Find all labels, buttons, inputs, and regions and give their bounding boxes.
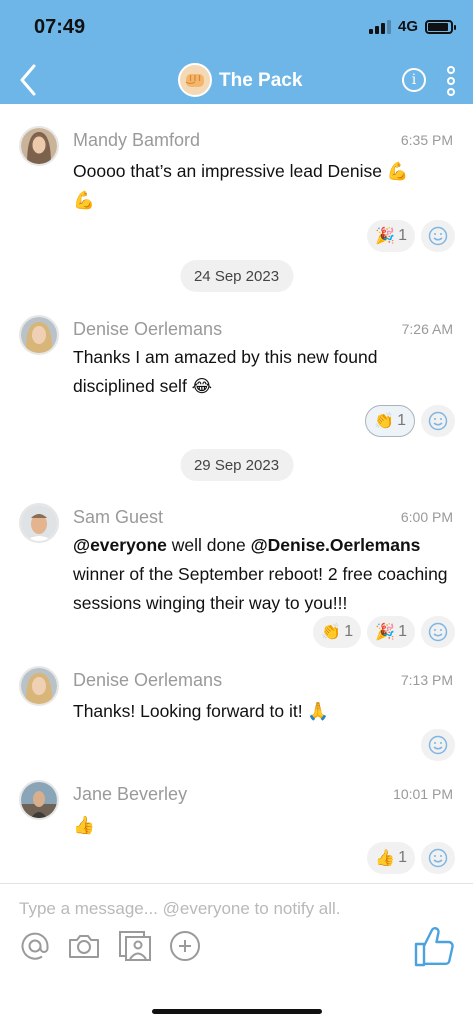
status-time: 07:49 bbox=[34, 16, 86, 38]
message-text: Thanks! Looking forward to it! 🙏 bbox=[73, 697, 458, 726]
emoji: 😂 bbox=[191, 376, 213, 396]
message-body: winner of the September reboot! 2 free c… bbox=[73, 564, 448, 613]
network-type: 4G bbox=[397, 18, 418, 35]
sender-name: Denise Oerlemans bbox=[73, 670, 223, 690]
add-reaction-button[interactable] bbox=[421, 405, 455, 437]
emoji: 🙏 bbox=[307, 701, 330, 721]
sender-name: Jane Beverley bbox=[73, 784, 188, 804]
plus-circle-icon bbox=[170, 931, 200, 961]
reaction-emoji: 🎉 bbox=[375, 228, 396, 245]
smiley-icon bbox=[428, 735, 448, 755]
add-reaction-button[interactable] bbox=[421, 729, 455, 761]
thumbs-up-icon bbox=[414, 927, 454, 967]
reaction-count: 1 bbox=[398, 227, 407, 244]
avatar[interactable] bbox=[19, 666, 59, 706]
battery-icon bbox=[425, 19, 456, 34]
reaction-pill[interactable]: 🎉 1 bbox=[367, 616, 415, 648]
gallery-button[interactable] bbox=[117, 928, 153, 964]
add-reaction-button[interactable] bbox=[421, 616, 455, 648]
mention[interactable]: @everyone bbox=[73, 535, 167, 555]
battery-level bbox=[428, 22, 448, 31]
fist-icon bbox=[185, 74, 204, 87]
emoji: 💪 bbox=[386, 161, 409, 181]
send-thumbs-up-button[interactable] bbox=[413, 924, 455, 968]
group-avatar[interactable] bbox=[178, 63, 212, 97]
reaction-emoji: 🎉 bbox=[375, 624, 396, 641]
reaction-count: 1 bbox=[398, 849, 407, 866]
avatar[interactable] bbox=[19, 780, 59, 820]
composer-divider bbox=[0, 883, 473, 884]
reaction-count: 1 bbox=[344, 623, 354, 640]
message-text: Thanks I am amazed by this new found dis… bbox=[73, 343, 458, 401]
reaction-pill-selected[interactable]: 👏 1 bbox=[365, 405, 415, 437]
message-time: 7:26 AM bbox=[401, 321, 453, 337]
home-indicator[interactable] bbox=[152, 1009, 322, 1014]
avatar[interactable] bbox=[19, 315, 59, 355]
chat-header: 07:49 4G The Pack i bbox=[0, 0, 473, 104]
camera-icon bbox=[69, 935, 99, 958]
more-options-button[interactable] bbox=[446, 66, 456, 96]
message-line: Thanks I am amazed by this new found bbox=[73, 347, 378, 367]
reaction-emoji: 👏 bbox=[321, 624, 342, 641]
chat-title[interactable]: The Pack bbox=[219, 70, 302, 92]
reaction-pill[interactable]: 👏 1 bbox=[313, 616, 362, 648]
message-time: 10:01 PM bbox=[393, 786, 453, 802]
mention-button[interactable] bbox=[17, 928, 53, 964]
reactions bbox=[421, 729, 455, 761]
reactions: 👍 1 bbox=[367, 842, 455, 874]
reaction-count: 1 bbox=[397, 412, 406, 429]
message-time: 6:35 PM bbox=[400, 132, 453, 148]
date-separator: 29 Sep 2023 bbox=[179, 449, 294, 481]
status-indicators: 4G bbox=[368, 18, 456, 35]
message-text: 👍 bbox=[73, 811, 458, 840]
smiley-icon bbox=[428, 848, 448, 868]
smiley-icon bbox=[428, 226, 448, 246]
message-text: Ooooo that’s an impressive lead Denise 💪… bbox=[73, 157, 458, 215]
reaction-pill[interactable]: 🎉 1 bbox=[367, 220, 415, 252]
cellular-signal-icon bbox=[368, 19, 391, 34]
emoji: 💪 bbox=[73, 190, 95, 210]
mention[interactable]: @Denise.Oerlemans bbox=[251, 535, 421, 555]
message-time: 7:13 PM bbox=[400, 672, 453, 688]
back-button[interactable] bbox=[14, 62, 44, 98]
info-button[interactable]: i bbox=[402, 68, 426, 92]
reactions: 👏 1 bbox=[365, 405, 455, 437]
avatar[interactable] bbox=[19, 503, 59, 543]
reaction-count: 1 bbox=[398, 623, 407, 640]
avatar[interactable] bbox=[19, 126, 59, 166]
reactions: 🎉 1 bbox=[367, 220, 455, 252]
camera-button[interactable] bbox=[66, 928, 102, 964]
chevron-left-icon bbox=[20, 64, 36, 96]
message-body: well done bbox=[166, 535, 251, 555]
message-body: Thanks! Looking forward to it! bbox=[73, 701, 308, 721]
reaction-emoji: 👏 bbox=[374, 413, 395, 430]
at-sign-icon bbox=[21, 932, 49, 960]
add-attachment-button[interactable] bbox=[167, 928, 203, 964]
add-reaction-button[interactable] bbox=[421, 842, 455, 874]
more-vertical-icon bbox=[447, 66, 455, 74]
reactions: 👏 1 🎉 1 bbox=[313, 616, 455, 648]
smiley-icon bbox=[428, 622, 448, 642]
reaction-emoji: 👍 bbox=[375, 850, 396, 867]
message-line: disciplined self bbox=[73, 376, 192, 396]
gallery-icon bbox=[119, 931, 151, 961]
sender-name: Denise Oerlemans bbox=[73, 319, 223, 339]
message-body: Ooooo that’s an impressive lead Denise bbox=[73, 161, 387, 181]
message-time: 6:00 PM bbox=[400, 509, 453, 525]
info-icon: i bbox=[411, 72, 417, 88]
reaction-pill[interactable]: 👍 1 bbox=[367, 842, 415, 874]
emoji: 👍 bbox=[73, 815, 95, 835]
sender-name: Mandy Bamford bbox=[73, 130, 201, 150]
sender-name: Sam Guest bbox=[73, 507, 164, 527]
message-input[interactable]: Type a message... @everyone to notify al… bbox=[19, 899, 449, 919]
add-reaction-button[interactable] bbox=[421, 220, 455, 252]
date-separator: 24 Sep 2023 bbox=[179, 260, 294, 292]
smiley-icon bbox=[428, 411, 448, 431]
message-text: @everyone well done @Denise.Oerlemans wi… bbox=[73, 531, 458, 618]
